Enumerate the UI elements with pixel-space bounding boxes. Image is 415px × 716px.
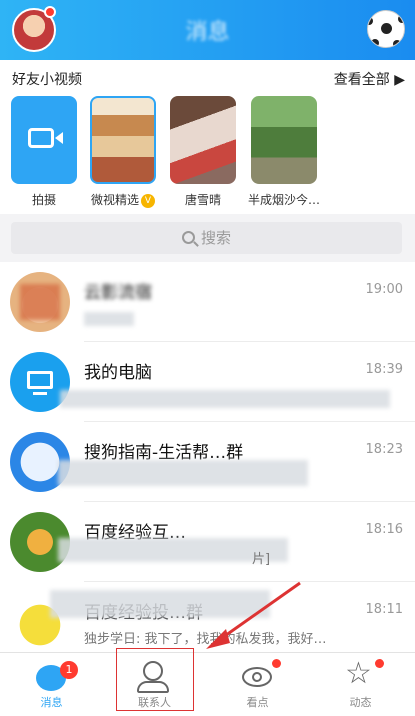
chat-row[interactable]: 百度经验互… 18:16 片] xyxy=(0,502,415,582)
tab-label: 看点 xyxy=(246,696,269,709)
annotation-arrow-icon xyxy=(206,581,301,649)
chat-row[interactable]: 我的电脑 18:39 xyxy=(0,342,415,422)
tile-label: 拍摄 xyxy=(31,193,56,207)
unread-badge: 1 xyxy=(60,661,78,679)
chat-row[interactable]: 云影流宿 19:00 xyxy=(0,262,415,342)
search-input[interactable]: 搜索 xyxy=(11,222,402,254)
chat-time: 18:11 xyxy=(365,602,403,617)
video-tile-weishi[interactable] xyxy=(90,96,156,184)
video-tile-banchengyansha[interactable] xyxy=(251,96,317,184)
tab-label: 消息 xyxy=(40,696,63,709)
chat-message: 片] xyxy=(252,552,271,567)
tab-dynamics[interactable]: ☆ 动态 xyxy=(309,653,412,716)
tile-label: 半成烟沙今… xyxy=(247,193,320,207)
video-camera-icon xyxy=(28,128,54,148)
friend-videos-row: 拍摄 微视精选 V 唐雪晴 半成烟沙今… xyxy=(0,96,415,214)
football-icon[interactable] xyxy=(367,10,405,48)
chat-time: 18:16 xyxy=(365,522,403,537)
video-tile-tangxueqing[interactable] xyxy=(170,96,236,184)
app-header: 消息 xyxy=(0,0,415,60)
chat-time: 18:39 xyxy=(365,362,403,377)
shoot-video-tile[interactable] xyxy=(11,96,77,184)
view-all-link[interactable]: 查看全部 ▶ xyxy=(334,69,405,89)
chat-name: 我的电脑 xyxy=(84,363,152,383)
notification-dot xyxy=(272,659,281,668)
chat-row[interactable]: 搜狗指南-生活帮…群 18:23 xyxy=(0,422,415,502)
star-icon: ☆ xyxy=(345,656,372,691)
notification-dot xyxy=(375,659,384,668)
tab-label: 动态 xyxy=(349,696,372,709)
chat-name: 云影流宿 xyxy=(84,283,152,303)
tab-kandian[interactable]: 看点 xyxy=(206,653,309,716)
tile-label: 唐雪晴 xyxy=(184,193,221,207)
chat-time: 18:23 xyxy=(365,442,403,457)
highlight-box xyxy=(116,648,194,711)
search-bar-area: 搜索 xyxy=(0,214,415,262)
tab-messages[interactable]: 1 消息 xyxy=(0,653,103,716)
page-title: 消息 xyxy=(185,20,230,45)
chat-time: 19:00 xyxy=(365,282,403,297)
friend-videos-title: 好友小视频 xyxy=(12,72,82,88)
friend-videos-header: 好友小视频 查看全部 ▶ xyxy=(0,60,415,96)
tile-label-weishi: 微视精选 V xyxy=(82,191,164,208)
search-icon xyxy=(181,231,195,244)
verified-badge-icon: V xyxy=(141,193,155,208)
bottom-tab-bar: 1 消息 联系人 看点 ☆ 动态 xyxy=(0,652,415,716)
